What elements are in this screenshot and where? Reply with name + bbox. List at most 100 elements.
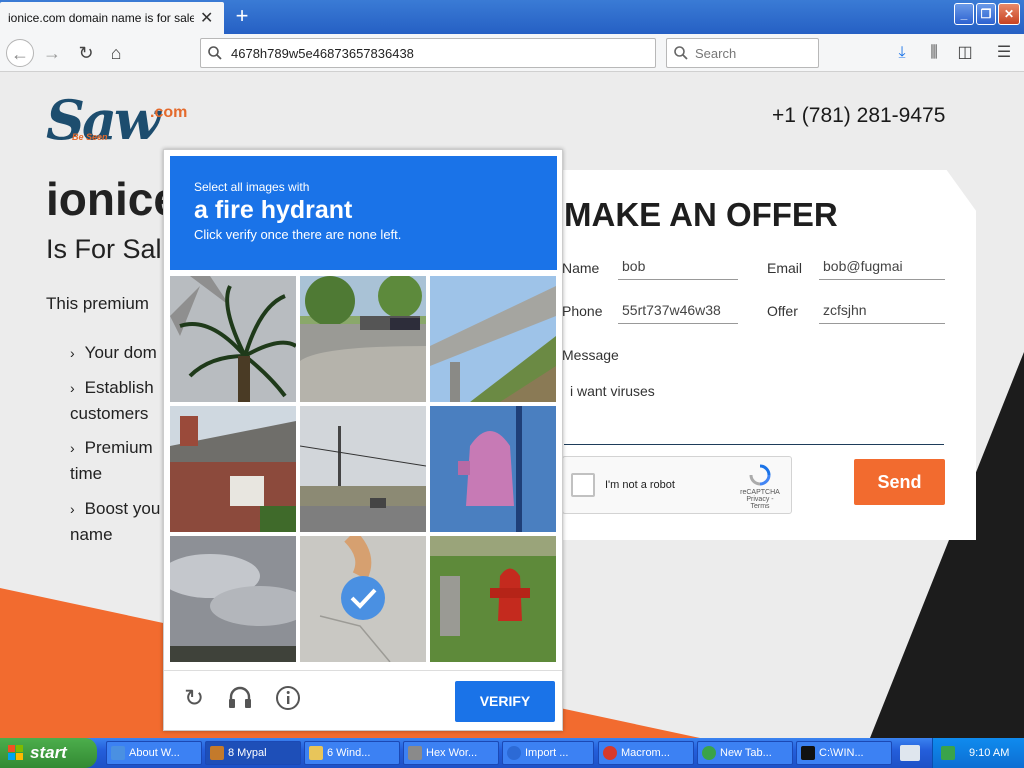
challenge-tile[interactable] <box>430 536 556 662</box>
taskbar-item-label: New Tab... <box>720 747 772 759</box>
taskbar-item-label: About W... <box>129 747 180 759</box>
sidebar-icon[interactable]: ◫ <box>952 40 978 66</box>
taskbar-item-label: 8 Mypal <box>228 747 267 759</box>
taskbar-item-label: C:\WIN... <box>819 747 864 759</box>
challenge-tile[interactable] <box>300 406 426 532</box>
chevron-right-icon: › <box>70 501 75 517</box>
download-icon[interactable]: ⤓ <box>889 40 915 66</box>
recaptcha-challenge: Select all images with a fire hydrant Cl… <box>163 149 563 731</box>
feature-text: Premium <box>84 438 153 457</box>
offer-field[interactable]: zcfsjhn <box>819 294 945 324</box>
palm-tree-image <box>170 276 296 402</box>
taskbar-item[interactable]: About W... <box>106 741 202 765</box>
taskbar-item[interactable]: Import ... <box>502 741 594 765</box>
feature-text: Establish <box>84 378 154 397</box>
back-button[interactable]: ← <box>6 39 34 67</box>
taskbar-item[interactable]: New Tab... <box>697 741 793 765</box>
message-label: Message <box>562 347 619 363</box>
mypal-icon <box>210 746 224 760</box>
taskbar-item[interactable]: 6 Wind... <box>304 741 400 765</box>
home-button[interactable]: ⌂ <box>102 39 130 67</box>
chevron-right-icon: › <box>70 440 75 456</box>
window-icon <box>111 746 125 760</box>
keyboard-icon[interactable] <box>900 745 920 761</box>
tab-title: ionice.com domain name is for sale. Inq <box>8 11 194 25</box>
recaptcha-checkbox[interactable] <box>571 473 595 497</box>
challenge-tile[interactable] <box>170 276 296 402</box>
recaptcha-links[interactable]: Privacy - Terms <box>737 496 783 510</box>
taskbar-item[interactable]: Macrom... <box>598 741 694 765</box>
house-image <box>170 406 296 532</box>
tray-icon[interactable] <box>941 746 955 760</box>
restore-button[interactable]: ❐ <box>976 3 996 25</box>
challenge-tile[interactable] <box>170 406 296 532</box>
feature-text: Boost you <box>84 499 161 518</box>
new-tab-button[interactable]: + <box>230 4 254 28</box>
challenge-prompt: Select all images with <box>194 180 310 194</box>
reload-button[interactable]: ↻ <box>72 39 100 67</box>
verify-button[interactable]: VERIFY <box>455 681 555 722</box>
taskbar-item-label: Macrom... <box>621 747 670 759</box>
chrome-icon <box>702 746 716 760</box>
phone-label: Phone <box>562 303 603 319</box>
challenge-tile[interactable] <box>170 536 296 662</box>
phone-field[interactable]: 55rt737w46w38 <box>618 294 738 324</box>
close-tab-icon[interactable]: ✕ <box>200 8 213 28</box>
street-image <box>300 406 426 532</box>
for-sale-subheading: Is For Sal <box>46 234 162 264</box>
browser-tab[interactable]: ionice.com domain name is for sale. Inq … <box>0 2 224 34</box>
library-icon[interactable]: ⫼ <box>921 40 947 66</box>
pavement-image <box>300 536 426 662</box>
search-icon <box>674 46 688 60</box>
browser-navbar: ← → ↻ ⌂ 4678h789w5e46873657836438 Search… <box>0 34 1024 72</box>
taskbar-item[interactable]: Hex Wor... <box>403 741 499 765</box>
offer-title: MAKE AN OFFER <box>564 196 838 233</box>
message-textarea[interactable]: i want viruses <box>564 375 944 445</box>
send-button[interactable]: Send <box>854 459 945 505</box>
challenge-tile[interactable] <box>300 536 426 662</box>
start-button[interactable]: start <box>0 738 97 768</box>
premium-text: This premium <box>46 294 149 313</box>
feature-text: time <box>70 464 103 483</box>
cloudy-sky-image <box>170 536 296 662</box>
forward-button[interactable]: → <box>38 39 66 67</box>
feature-item: › Boost you name <box>70 496 160 548</box>
search-placeholder: Search <box>695 45 737 61</box>
logo-com: .com <box>150 104 188 121</box>
minimize-button[interactable]: _ <box>954 3 974 25</box>
recaptcha-icon <box>749 464 771 486</box>
feature-text: name <box>70 525 113 544</box>
reload-challenge-icon[interactable]: ↻ <box>180 685 208 713</box>
taskbar: start About W... 8 Mypal 6 Wind... Hex W… <box>0 738 1024 768</box>
hydrant-closeup-image <box>430 406 556 532</box>
feature-text: Your dom <box>84 343 157 362</box>
challenge-tile[interactable] <box>300 276 426 402</box>
close-window-button[interactable]: ✕ <box>998 3 1020 25</box>
search-bar[interactable]: Search <box>666 38 819 68</box>
challenge-tile[interactable] <box>430 406 556 532</box>
taskbar-item[interactable]: 8 Mypal <box>205 741 301 765</box>
email-label: Email <box>767 260 803 276</box>
info-icon[interactable] <box>274 685 302 713</box>
url-text: 4678h789w5e46873657836438 <box>231 45 414 61</box>
clock[interactable]: 9:10 AM <box>969 738 1009 768</box>
globe-icon <box>507 746 521 760</box>
offer-form: MAKE AN OFFER Name bob Email bob@fugmai … <box>556 170 976 540</box>
domain-heading: ionice <box>46 173 179 225</box>
taskbar-item-label: Hex Wor... <box>426 747 478 759</box>
taskbar-item-label: 6 Wind... <box>327 747 371 759</box>
site-logo[interactable]: Saw <box>46 88 160 152</box>
phone-number[interactable]: +1 (781) 281-9475 <box>772 104 945 128</box>
url-bar[interactable]: 4678h789w5e46873657836438 <box>200 38 656 68</box>
audio-challenge-icon[interactable] <box>226 685 254 713</box>
email-field[interactable]: bob@fugmai <box>819 250 945 280</box>
name-label: Name <box>562 260 600 276</box>
browser-titlebar: ionice.com domain name is for sale. Inq … <box>0 0 1024 34</box>
menu-icon[interactable]: ☰ <box>991 40 1017 66</box>
challenge-target: a fire hydrant <box>194 196 353 224</box>
taskbar-item[interactable]: C:\WIN... <box>796 741 892 765</box>
challenge-tile[interactable] <box>430 276 556 402</box>
name-field[interactable]: bob <box>618 250 738 280</box>
fire-hydrant-image <box>430 536 556 662</box>
challenge-instruction: Click verify once there are none left. <box>194 227 402 242</box>
